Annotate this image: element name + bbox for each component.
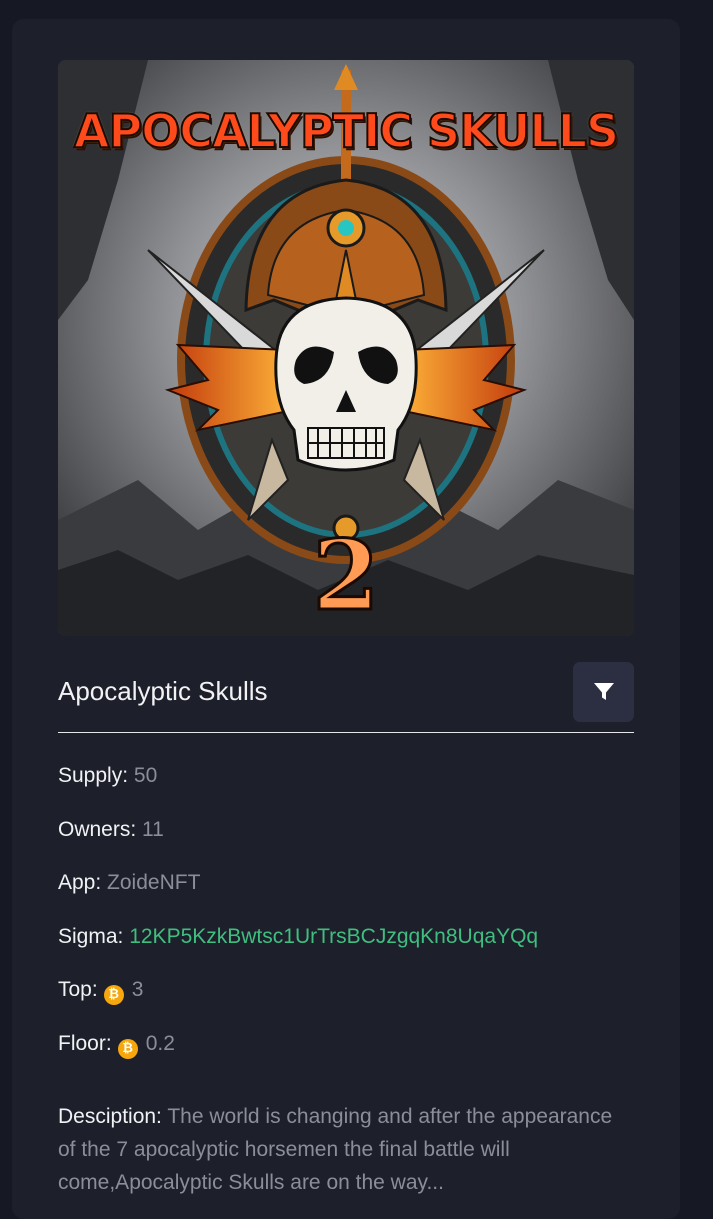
- app-label: App:: [58, 871, 102, 894]
- collection-card: APOCALYPTIC SKULLS 2 Apocalyptic Skulls …: [12, 19, 680, 1219]
- filter-button[interactable]: [573, 662, 634, 722]
- collection-header: Apocalyptic Skulls: [58, 662, 634, 733]
- collection-artwork: APOCALYPTIC SKULLS 2: [58, 60, 634, 636]
- floor-row: Floor: ₿ 0.2: [58, 1031, 648, 1059]
- collection-title: Apocalyptic Skulls: [58, 676, 268, 706]
- supply-row: Supply: 50: [58, 763, 648, 788]
- floor-label: Floor:: [58, 1032, 112, 1055]
- app-row: App: ZoideNFT: [58, 870, 648, 895]
- description-label: Desciption:: [58, 1105, 162, 1128]
- app-value: ZoideNFT: [107, 871, 201, 894]
- top-label: Top:: [58, 978, 98, 1001]
- sigma-label: Sigma:: [58, 925, 124, 948]
- floor-value: 0.2: [145, 1032, 175, 1055]
- sigma-row: Sigma: 12KP5KzkBwtsc1UrTrsBCJzgqKn8UqaYQ…: [58, 924, 648, 949]
- artwork-number-text: 2: [311, 519, 381, 632]
- description-block: Desciption: The world is changing and af…: [58, 1100, 618, 1199]
- top-row: Top: ₿ 3: [58, 977, 648, 1005]
- artwork-title-text: APOCALYPTIC SKULLS: [73, 103, 620, 159]
- supply-value: 50: [133, 764, 158, 787]
- owners-row: Owners: 11: [58, 817, 648, 842]
- supply-label: Supply:: [58, 764, 129, 787]
- bitcoin-coin-icon: ₿: [117, 1039, 138, 1059]
- filter-icon: [593, 683, 614, 700]
- owners-value: 11: [142, 818, 164, 841]
- bitcoin-coin-icon: ₿: [103, 985, 124, 1005]
- owners-label: Owners:: [58, 818, 137, 841]
- sigma-address-link[interactable]: 12KP5KzkBwtsc1UrTrsBCJzgqKn8UqaYQq: [129, 925, 538, 948]
- top-value: 3: [131, 978, 144, 1001]
